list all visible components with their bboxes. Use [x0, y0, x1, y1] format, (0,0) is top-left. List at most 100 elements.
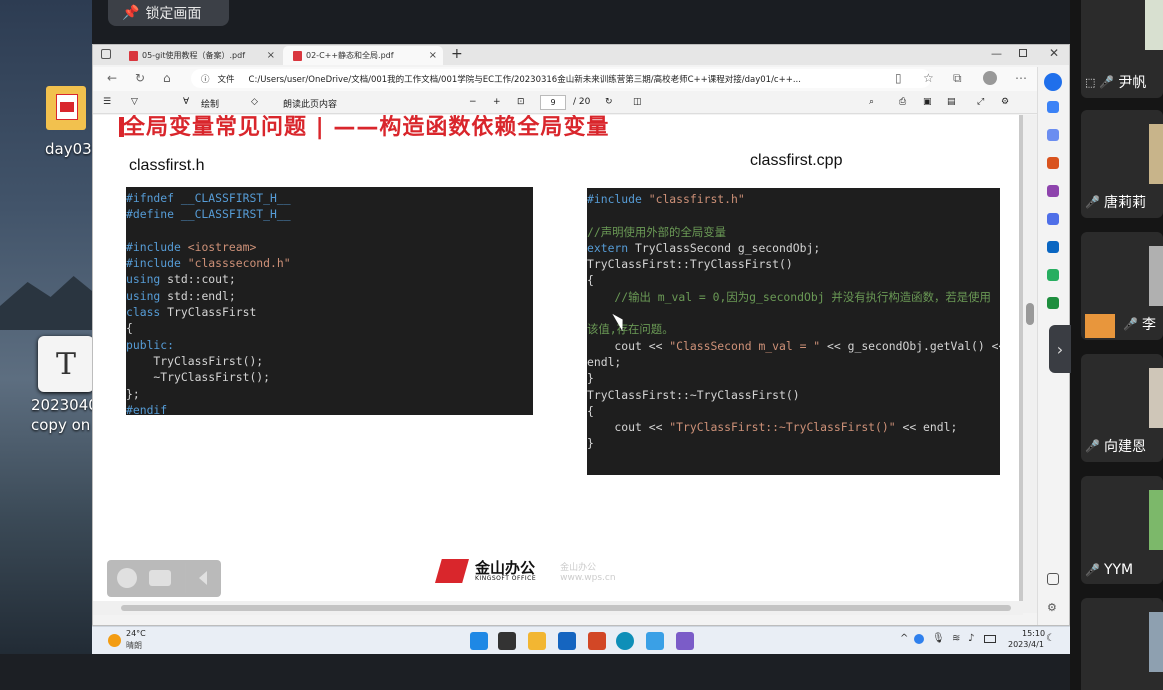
page-number-input[interactable]: 9: [540, 95, 566, 110]
battery-icon[interactable]: [984, 635, 996, 643]
eraser-icon[interactable]: ◇: [251, 97, 258, 107]
save-icon[interactable]: ▣: [923, 97, 932, 107]
desktop-icon-label[interactable]: 2023040: [31, 396, 98, 414]
settings-icon[interactable]: ⚙: [1047, 601, 1059, 614]
participant-card[interactable]: 🎤 YYM: [1081, 476, 1163, 584]
desktop-icon-label[interactable]: day03: [45, 140, 92, 158]
participant-card[interactable]: ⬚ 🎤 尹帆: [1081, 0, 1163, 98]
page-view-icon[interactable]: ◫: [633, 97, 642, 107]
read-mode-icon[interactable]: ▯: [895, 71, 902, 85]
volume-icon[interactable]: ♪: [968, 633, 974, 644]
pdf-viewer[interactable]: 全局变量常见问题 | ——构造函数依赖全局变量 classfirst.h cla…: [93, 115, 1023, 601]
refresh-icon[interactable]: ↻: [135, 71, 145, 85]
notification-icon[interactable]: ☾: [1046, 633, 1055, 644]
fullscreen-icon[interactable]: ⤢: [977, 97, 984, 107]
code-line: 该值,存在问题。: [587, 321, 1000, 337]
powerpoint-icon[interactable]: [588, 632, 606, 650]
office-icon[interactable]: [1047, 213, 1059, 225]
collapse-icon[interactable]: [199, 571, 207, 585]
participant-card[interactable]: 🎤 唐莉莉: [1081, 110, 1163, 218]
code-line: using std::endl;: [126, 288, 533, 304]
tab-actions-icon[interactable]: [101, 49, 111, 59]
maximize-icon[interactable]: [1019, 49, 1027, 57]
photos-icon[interactable]: [558, 632, 576, 650]
highlight-icon[interactable]: ▽: [131, 97, 138, 107]
pdf-icon: [129, 50, 138, 61]
scroll-thumb[interactable]: [1026, 303, 1034, 325]
zoom-out-button[interactable]: −: [469, 97, 477, 107]
home-icon[interactable]: ⌂: [163, 71, 171, 85]
clock-date[interactable]: 2023/4/1: [1008, 640, 1044, 649]
bing-chat-icon[interactable]: [1044, 73, 1062, 91]
clock-time[interactable]: 15:10: [1022, 629, 1045, 638]
sidebar-toggle-icon[interactable]: [1047, 573, 1059, 585]
close-tab-icon[interactable]: ×: [429, 50, 437, 61]
participant-card[interactable]: [1081, 598, 1163, 690]
profile-avatar[interactable]: [983, 71, 997, 85]
horizontal-scrollbar[interactable]: [93, 601, 1023, 615]
weather-icon[interactable]: [108, 634, 121, 647]
scroll-thumb[interactable]: [121, 605, 1011, 611]
favorites-icon[interactable]: ☆: [923, 71, 934, 85]
save-as-icon[interactable]: ▤: [947, 97, 956, 107]
more-icon[interactable]: ⋯: [1015, 71, 1027, 85]
code-line: {: [587, 272, 1000, 288]
games-icon[interactable]: [1047, 185, 1059, 197]
tray-app-icon[interactable]: [914, 634, 924, 644]
url-field[interactable]: ⓘ 文件 C:/Users/user/OneDrive/文档/001我的工作文档…: [191, 69, 931, 88]
code-token: using: [126, 288, 161, 303]
tab-cpp-pdf[interactable]: 02-C++静态和全局.pdf ×: [283, 46, 443, 65]
file-explorer-icon[interactable]: [528, 632, 546, 650]
zoom-in-button[interactable]: +: [493, 97, 501, 107]
new-tab-button[interactable]: +: [451, 46, 463, 62]
weather-temp[interactable]: 24°C: [126, 629, 146, 638]
search-icon[interactable]: ⌕: [869, 97, 874, 107]
start-icon[interactable]: [470, 632, 488, 650]
close-window-icon[interactable]: ✕: [1049, 46, 1059, 60]
participant-name: 唐莉莉: [1103, 195, 1146, 211]
wifi-icon[interactable]: ≋: [952, 633, 960, 644]
tag-icon[interactable]: [1047, 129, 1059, 141]
task-view-icon[interactable]: [498, 632, 516, 650]
fit-page-icon[interactable]: ⊡: [517, 97, 525, 107]
toolbox-icon[interactable]: [1047, 157, 1059, 169]
minimize-icon[interactable]: —: [991, 47, 1002, 60]
microphone-icon[interactable]: 🎙: [932, 633, 945, 644]
code-line: #define __CLASSFIRST_H__: [126, 206, 533, 222]
participant-card[interactable]: 🎤 向建恩: [1081, 354, 1163, 462]
edge-icon[interactable]: [616, 632, 634, 650]
expand-panel-button[interactable]: ›: [1049, 325, 1071, 373]
outlook-icon[interactable]: [1047, 241, 1059, 253]
folder-icon[interactable]: [46, 80, 86, 132]
rotate-icon[interactable]: ↻: [605, 97, 613, 107]
desktop-icon-label-2[interactable]: copy on: [31, 416, 90, 434]
weather-text[interactable]: 晴朗: [126, 640, 142, 651]
draw-icon[interactable]: ∀: [183, 97, 189, 107]
tab-git-pdf[interactable]: 05-git使用教程（备案）.pdf ×: [119, 46, 281, 65]
search-icon[interactable]: [1047, 101, 1059, 113]
visual-studio-icon[interactable]: [676, 632, 694, 650]
divider: [185, 563, 186, 593]
text-file-icon[interactable]: T: [38, 336, 94, 392]
chat-icon[interactable]: [149, 570, 171, 586]
close-tab-icon[interactable]: ×: [267, 50, 275, 61]
draw-button[interactable]: 绘制: [201, 97, 219, 110]
emoji-icon[interactable]: [117, 568, 137, 588]
drop-icon[interactable]: [1047, 269, 1059, 281]
lock-screen-button[interactable]: 📌 锁定画面: [108, 0, 229, 26]
pdf-icon: [293, 50, 302, 61]
tray-chevron-icon[interactable]: ^: [900, 633, 908, 644]
code-token: ~TryClassFirst();: [126, 370, 271, 385]
code-token: 该值,存在问题。: [587, 322, 674, 337]
print-icon[interactable]: ⎙: [899, 97, 906, 107]
read-aloud-button[interactable]: 朗读此页内容: [283, 97, 337, 110]
meeting-icon[interactable]: [646, 632, 664, 650]
vertical-scrollbar[interactable]: [1023, 115, 1037, 613]
tree-icon[interactable]: [1047, 297, 1059, 309]
contents-icon[interactable]: ☰: [103, 97, 111, 107]
back-icon[interactable]: ←: [107, 71, 117, 85]
settings-icon[interactable]: ⚙: [1001, 97, 1009, 107]
collections-icon[interactable]: ⧉: [953, 71, 962, 86]
participant-card[interactable]: 🎤 李: [1081, 232, 1163, 340]
